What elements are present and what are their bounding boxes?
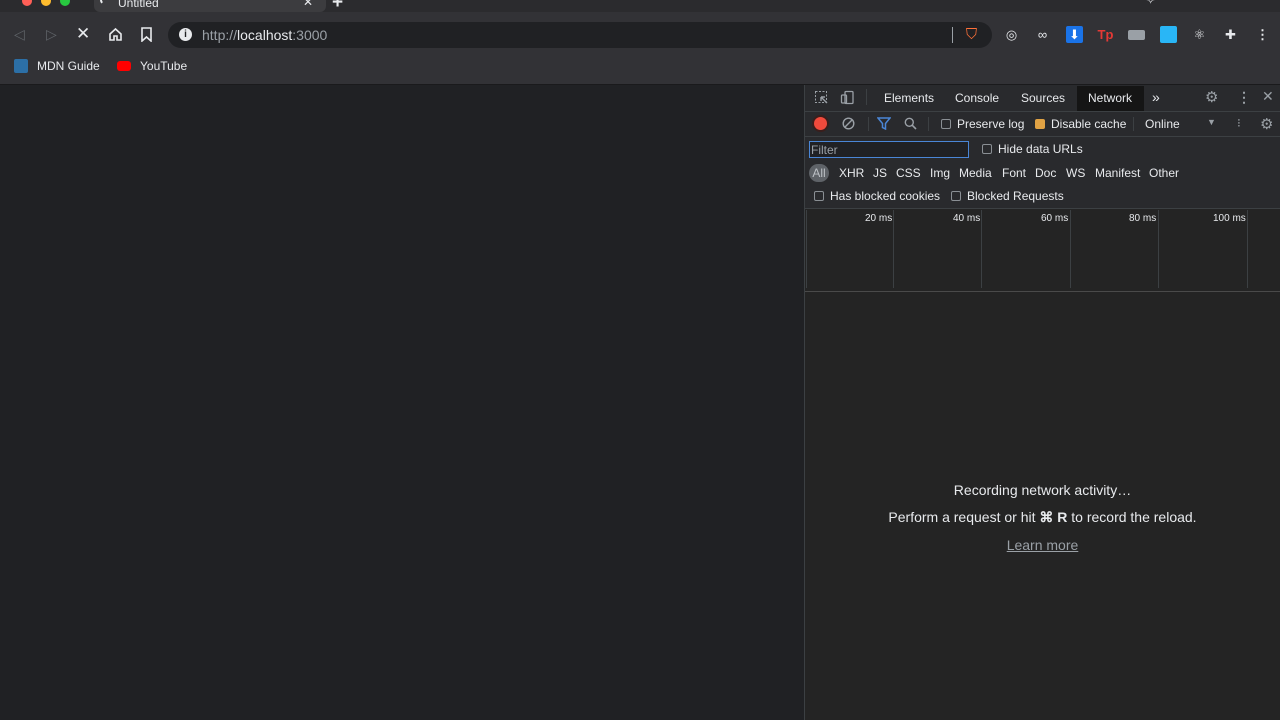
timeline-gridline [1070,210,1071,288]
timeline-tick-label: 40 ms [953,213,981,224]
tab-elements[interactable]: Elements [884,91,934,105]
disable-cache-checkbox[interactable] [1035,119,1045,129]
hide-data-urls-label[interactable]: Hide data URLs [998,142,1083,156]
type-manifest-button[interactable]: Manifest [1095,166,1140,180]
timeline-gridline [1158,210,1159,288]
filter-toggle-button[interactable] [876,117,892,133]
brave-shield-icon[interactable]: ⛉ [963,26,980,43]
tab-sources[interactable]: Sources [1021,91,1065,105]
type-js-button[interactable]: JS [873,166,887,180]
device-icon [840,90,854,105]
tp-extension-icon[interactable]: Tp [1097,26,1114,43]
search-icon [904,117,917,130]
disable-cache-label[interactable]: Disable cache [1051,117,1126,131]
recording-title: Recording network activity… [953,482,1132,498]
recording-hint: Perform a request or hit ⌘ R to record t… [805,509,1280,526]
blocked-requests-checkbox[interactable] [951,191,961,201]
type-img-button[interactable]: Img [930,166,950,180]
preserve-log-checkbox[interactable] [941,119,951,129]
tab-close-button[interactable]: ✕ [303,0,313,9]
clear-button[interactable] [842,117,855,133]
timeline-gridline [806,210,807,288]
download-extension-icon[interactable]: ⬇ [1066,26,1083,43]
record-button[interactable] [814,117,827,130]
network-settings-gear-icon[interactable]: ⚙ [1260,115,1273,133]
type-ws-button[interactable]: WS [1066,166,1085,180]
toolbar-divider [928,117,929,131]
home-button[interactable] [108,27,123,45]
bookmarks-bar [0,54,1280,85]
bookmark-icon [141,27,152,43]
keyboard-extension-icon[interactable] [1128,30,1145,40]
timeline-tick-label: 100 ms [1213,213,1246,224]
hint-suffix: to record the reload. [1071,509,1197,525]
browser-menu-icon[interactable]: ⋮ [1254,26,1271,43]
has-blocked-cookies-label[interactable]: Has blocked cookies [830,189,940,203]
search-button[interactable] [904,117,917,133]
omnibox-divider [952,27,953,43]
tab-console[interactable]: Console [955,91,999,105]
timeline-gridline [1247,210,1248,288]
bookmark-mdn-guide[interactable]: MDN Guide [37,59,100,73]
learn-more-link[interactable]: Learn more [1007,537,1079,553]
type-all-button[interactable]: All [809,164,829,182]
has-blocked-cookies-checkbox[interactable] [814,191,824,201]
type-css-button[interactable]: CSS [896,166,921,180]
devtools-divider [866,89,867,105]
bookmark-youtube[interactable]: YouTube [140,59,187,73]
reload-shortcut: ⌘ R [1039,509,1068,525]
hide-data-urls-checkbox[interactable] [982,144,992,154]
learn-more-wrap: Learn more [805,537,1280,553]
back-button[interactable]: ◁ [14,26,25,43]
tab-title: Untitled [118,0,159,10]
blocked-requests-label[interactable]: Blocked Requests [967,189,1064,203]
hint-prefix: Perform a request or hit [888,509,1036,525]
extensions-puzzle-icon[interactable]: ✚ [1222,26,1239,43]
devtools-menu-icon[interactable]: ⋮ [1237,89,1251,106]
glasses-extension-icon[interactable]: ∞ [1034,26,1051,43]
preserve-log-label[interactable]: Preserve log [957,117,1024,131]
bookmark-button[interactable] [140,27,153,45]
timeline-tick-label: 20 ms [865,213,893,224]
network-more-icon[interactable]: ⁝ [1237,116,1241,130]
forward-button[interactable]: ▷ [46,26,57,43]
type-doc-button[interactable]: Doc [1035,166,1056,180]
profile-icon[interactable]: ✧ [1146,0,1155,7]
settings-gear-icon[interactable]: ⚙ [1205,88,1218,106]
funnel-icon [876,117,892,131]
window-extension-icon[interactable] [1160,26,1177,43]
home-icon [109,27,122,41]
timeline-gridline [893,210,894,288]
close-devtools-icon[interactable]: ✕ [1262,88,1274,105]
target-extension-icon[interactable]: ◎ [1003,26,1020,43]
type-other-button[interactable]: Other [1149,166,1179,180]
type-xhr-button[interactable]: XHR [839,166,864,180]
react-devtools-icon[interactable]: ⚛ [1191,26,1208,43]
type-media-button[interactable]: Media [959,166,992,180]
site-info-icon[interactable]: i [179,28,192,41]
more-tabs-button[interactable]: » [1152,89,1160,105]
timeline-tick-label: 60 ms [1041,213,1069,224]
clear-icon [842,117,855,130]
youtube-icon [117,61,131,71]
timeline-tick-label: 80 ms [1129,213,1157,224]
toolbar-divider [868,117,869,131]
inspect-icon [815,91,828,104]
stop-button[interactable]: ✕ [76,24,90,44]
address-url[interactable]: http://localhost:3000 [202,27,327,43]
chevron-down-icon[interactable]: ▼ [1207,117,1216,127]
toolbar-divider [1133,117,1134,131]
inspect-element-button[interactable] [814,90,829,108]
device-toolbar-button[interactable] [840,90,855,108]
filter-placeholder: Filter [811,143,838,157]
throttling-select[interactable]: Online [1145,117,1180,131]
tab-network[interactable]: Network [1088,91,1132,105]
mdn-icon [14,59,28,73]
page-viewport [0,85,804,720]
type-font-button[interactable]: Font [1002,166,1026,180]
timeline-gridline [981,210,982,288]
